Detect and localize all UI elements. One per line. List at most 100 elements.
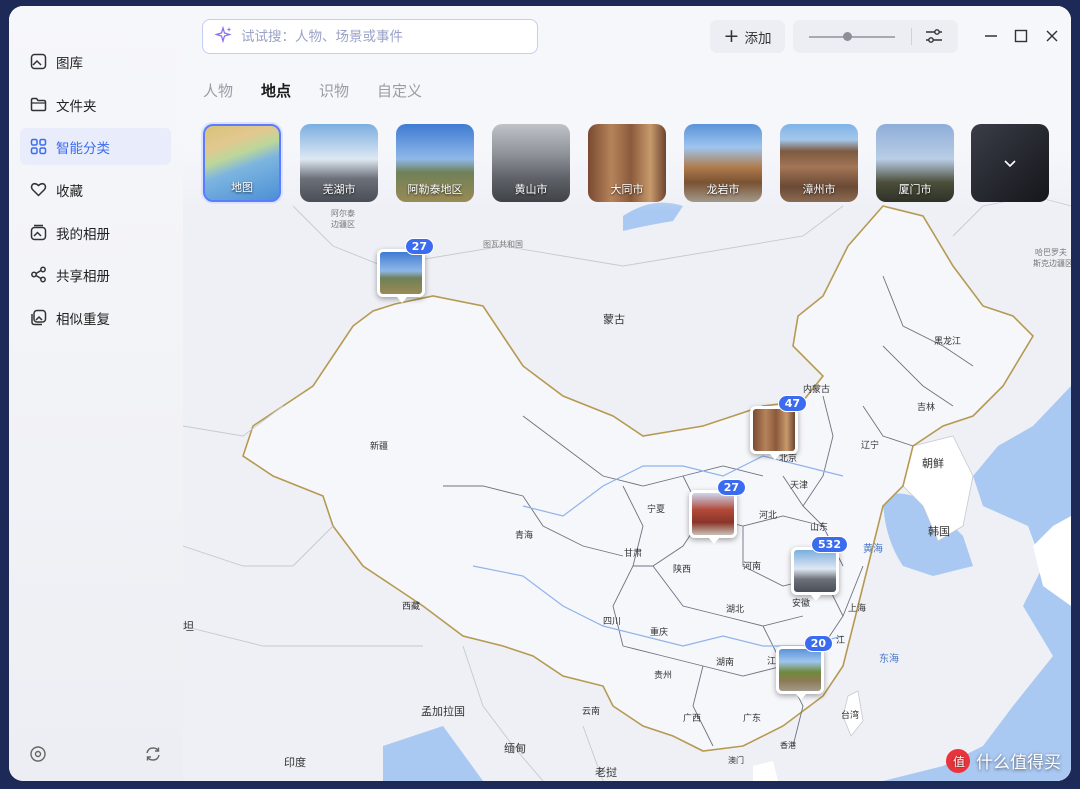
place-card-datong[interactable]: 大同市 [588,124,666,202]
photo-count-badge: 27 [404,238,434,255]
divider [911,28,912,45]
place-card-huangshan[interactable]: 黄山市 [492,124,570,202]
map-label: 上海 [848,602,866,614]
duplicate-icon [29,309,47,327]
minimize-icon[interactable] [983,28,999,44]
map-label: 河南 [743,560,761,572]
map-label: 山东 [810,521,828,533]
map-label: 蒙古 [603,313,625,326]
sidebar-item-gallery[interactable]: 图库 [20,43,171,80]
sidebar-item-shared-albums[interactable]: 共享相册 [20,256,171,293]
map-label: 澳门 [728,755,744,765]
photo-count-badge: 532 [811,536,848,553]
place-card-label: 龙岩市 [706,183,740,196]
map-label: 新疆 [370,440,388,452]
map-label: 广东 [743,712,761,724]
map-label: 黑龙江 [934,335,961,347]
map-pin-wuhu[interactable]: 532 [791,536,848,601]
sidebar-item-my-albums[interactable]: 我的相册 [20,214,171,251]
map-label: 湖南 [716,656,734,668]
search-input[interactable] [241,28,521,45]
tab-places[interactable]: 地点 [261,80,291,101]
map-label: 老挝 [595,765,617,779]
sidebar-item-label: 相似重复 [56,311,110,328]
map-pin-datong[interactable]: 47 [750,395,807,460]
map-label: 孟加拉国 [421,704,465,718]
map-label: 天津 [790,480,808,491]
map-label: 宁夏 [647,503,665,515]
watermark-text: 什么值得买 [976,753,1061,773]
map-label: 贵州 [654,669,672,681]
map-label: 哈巴罗夫 [1035,247,1067,257]
map-label: 缅甸 [504,741,526,755]
sidebar-item-label: 文件夹 [56,98,97,115]
map-label: 安徽 [792,597,810,609]
tab-objects[interactable]: 识物 [319,80,349,101]
watermark: 值 什么值得买 [946,748,1061,773]
map-label: 重庆 [650,626,668,638]
search-box[interactable] [202,19,538,54]
close-icon[interactable] [1044,28,1060,44]
place-card-longyan[interactable]: 龙岩市 [684,124,762,202]
place-card-xiamen[interactable]: 厦门市 [876,124,954,202]
map-label: 坦 [183,619,194,633]
tab-people[interactable]: 人物 [203,80,233,101]
map-label: 河北 [759,509,777,521]
zoom-slider-knob[interactable] [843,32,853,41]
chevron-down-icon [1002,155,1018,175]
zoom-slider[interactable] [809,32,895,41]
add-button[interactable]: + 添加 [710,20,785,53]
folder-icon [29,96,47,114]
place-card-wuhu[interactable]: 芜湖市 [300,124,378,202]
svg-text:值: 值 [953,754,965,768]
sidebar-item-label: 图库 [56,55,83,72]
map-label: 广西 [683,712,701,724]
sidebar-item-label: 收藏 [56,183,83,200]
map-label: 青海 [515,529,533,541]
place-card-label: 大同市 [610,183,644,196]
place-card-label: 阿勒泰地区 [407,183,463,196]
sidebar: 图库 文件夹 智能分类 收藏 我的相册 共享相册 相似重复 [9,6,183,781]
sidebar-item-smart-category[interactable]: 智能分类 [20,128,171,165]
photo-count-badge: 27 [716,479,746,496]
settings-icon[interactable] [29,745,47,763]
place-card-altay[interactable]: 阿勒泰地区 [396,124,474,202]
sync-icon[interactable] [144,745,162,763]
map-label: 江 [767,656,776,667]
more-places-button[interactable] [971,124,1049,202]
map-label: 边疆区 [331,219,355,229]
map-label: 斯克边疆区 [1033,258,1071,268]
map-label: 吉林 [917,401,935,413]
place-card-map[interactable]: 地图 [203,124,281,202]
maximize-icon[interactable] [1013,28,1029,44]
sparkle-icon [214,25,233,48]
plus-icon: + [723,25,740,47]
map-label: 香港 [780,740,796,750]
photo-count-badge: 47 [777,395,807,412]
map-label: 江 [836,635,845,646]
map-label: 西藏 [402,600,420,612]
tab-custom[interactable]: 自定义 [377,80,422,101]
sidebar-item-favorites[interactable]: 收藏 [20,171,171,208]
place-card-label: 地图 [231,181,253,194]
map-pin-altay[interactable]: 27 [377,238,434,303]
map-label: 四川 [603,617,621,627]
map-label: 云南 [582,705,600,717]
heart-icon [29,181,47,199]
place-card-label: 漳州市 [802,183,836,196]
grid-icon [29,138,47,156]
main-content: 蒙古 新疆 青海 西藏 四川 甘肃 宁夏 陕西 河南 河北 山东 北京 天津 内… [183,6,1071,781]
map-label: 黄海 [863,542,883,555]
photo-count-badge: 20 [803,635,833,652]
map-label: 辽宁 [861,439,879,451]
sidebar-item-folder[interactable]: 文件夹 [20,86,171,123]
gallery-icon [29,53,47,71]
map-pin-shanxi[interactable]: 27 [689,479,746,544]
sidebar-item-similar-duplicates[interactable]: 相似重复 [20,299,171,336]
filter-settings-icon[interactable] [925,28,943,49]
album-icon [29,224,47,242]
map-pin-fujian[interactable]: 20 [776,635,833,700]
map-label: 印度 [284,755,306,769]
place-card-zhangzhou[interactable]: 漳州市 [780,124,858,202]
add-label: 添加 [744,30,772,47]
